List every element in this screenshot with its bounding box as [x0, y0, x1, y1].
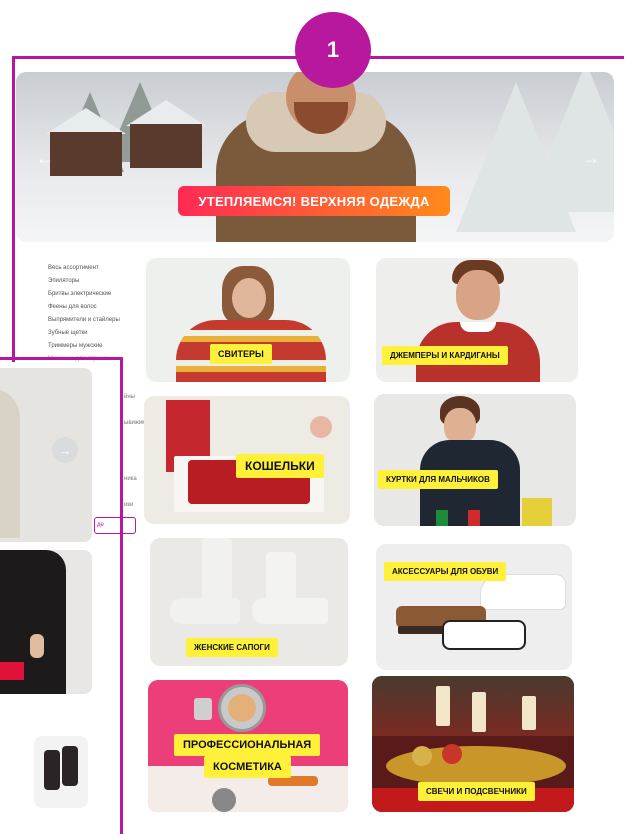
category-tile-professional-cosmetics[interactable]: ПРОФЕССИОНАЛЬНАЯ КОСМЕТИКА [148, 680, 348, 812]
page: ← → УТЕПЛЯЕМСЯ! ВЕРХНЯЯ ОДЕЖДА 1 Весь ас… [0, 0, 625, 834]
overlay-frame-right [120, 357, 123, 834]
category-item[interactable]: Зубные щетки [48, 327, 140, 340]
category-menu: Весь ассортимент Эпиляторы Бритвы электр… [48, 262, 140, 366]
house-shape [130, 124, 202, 168]
tile-label: ЖЕНСКИЕ САПОГИ [186, 638, 278, 657]
category-item[interactable]: Феены для волос [48, 301, 140, 314]
house-roof [46, 108, 126, 134]
candle-shape [472, 692, 486, 732]
category-item[interactable]: Выпрямители и стайлеры [48, 314, 140, 327]
category-tile-wallets[interactable]: КОШЕЛЬКИ [144, 396, 350, 524]
boot-shape [252, 598, 328, 624]
tile-label: АКСЕССУАРЫ ДЛЯ ОБУВИ [384, 562, 507, 581]
banner-cta-button[interactable]: УТЕПЛЯЕМСЯ! ВЕРХНЯЯ ОДЕЖДА [178, 186, 450, 216]
jacket-stripe [436, 510, 448, 526]
candle-shape [436, 686, 450, 726]
highlight-frame-top-right [366, 56, 624, 59]
boot-shape [62, 746, 78, 786]
badge-red [0, 662, 24, 680]
overlay-product-card[interactable] [0, 368, 92, 542]
chevron-left-icon[interactable]: ← [36, 148, 54, 169]
model-figure [0, 388, 20, 538]
snowy-tree [526, 72, 614, 212]
candle-shape [522, 696, 536, 730]
overlay-panel: → [0, 362, 122, 834]
decor-ball [310, 416, 332, 438]
category-tile-sweaters[interactable]: СВИТЕРЫ [146, 258, 350, 382]
model-face [444, 408, 476, 444]
boot-shape [44, 750, 60, 790]
compact-powder [228, 694, 256, 722]
overlay-product-card[interactable] [34, 736, 88, 808]
tile-label: КОШЕЛЬКИ [236, 454, 324, 478]
overlay-frame-top [0, 357, 122, 360]
tile-label: СВИТЕРЫ [210, 344, 272, 364]
annotation-badge: 1 [295, 12, 371, 88]
tshirt-collar [460, 322, 496, 332]
model-face [232, 278, 266, 318]
jacket-stripe [468, 510, 480, 526]
boot-shape [170, 598, 240, 624]
category-tile-boys-jackets[interactable]: КУРТКИ ДЛЯ МАЛЬЧИКОВ [374, 394, 576, 526]
model-face [456, 270, 500, 320]
cosmetic-jar [194, 698, 212, 720]
tile-label: КОСМЕТИКА [204, 756, 291, 778]
compact-shape [212, 788, 236, 812]
category-item[interactable]: Весь ассортимент [48, 262, 140, 275]
chevron-right-icon[interactable]: → [582, 148, 600, 169]
highlight-frame-left [12, 56, 15, 362]
jacket-sleeve [522, 498, 552, 526]
category-tile-womens-boots[interactable]: ЖЕНСКИЕ САПОГИ [150, 538, 348, 666]
category-item[interactable]: Бритвы электрические [48, 288, 140, 301]
hand-shape [30, 634, 44, 658]
overlay-product-card[interactable] [0, 550, 92, 694]
menu-fragment: йны [124, 394, 135, 400]
category-item[interactable]: Эпиляторы [48, 275, 140, 288]
hero-banner[interactable]: ← → УТЕПЛЯЕМСЯ! ВЕРХНЯЯ ОДЕЖДА [16, 72, 614, 242]
house-roof [126, 100, 206, 126]
house-shape [50, 132, 122, 176]
category-tile-shoe-accessories[interactable]: АКСЕССУАРЫ ДЛЯ ОБУВИ [376, 544, 572, 670]
tile-label: СВЕЧИ И ПОДСВЕЧНИКИ [418, 782, 535, 801]
shoe-cream-tin [442, 620, 526, 650]
highlight-frame-top-left [12, 56, 300, 59]
tile-label: ДЖЕМПЕРЫ И КАРДИГАНЫ [382, 346, 508, 365]
category-tile-jumpers[interactable]: ДЖЕМПЕРЫ И КАРДИГАНЫ [376, 258, 578, 382]
ornament-ball [412, 746, 432, 766]
ornament-ball [442, 744, 462, 764]
tile-label: ПРОФЕССИОНАЛЬНАЯ [174, 734, 321, 756]
tile-label: КУРТКИ ДЛЯ МАЛЬЧИКОВ [378, 470, 498, 489]
menu-fragment: ики [124, 502, 134, 508]
category-tile-candles[interactable]: СВЕЧИ И ПОДСВЕЧНИКИ [372, 676, 574, 812]
category-item[interactable]: Триммеры мужские [48, 340, 140, 353]
menu-fragment: ника [124, 476, 137, 482]
arrow-right-icon[interactable]: → [52, 437, 78, 463]
